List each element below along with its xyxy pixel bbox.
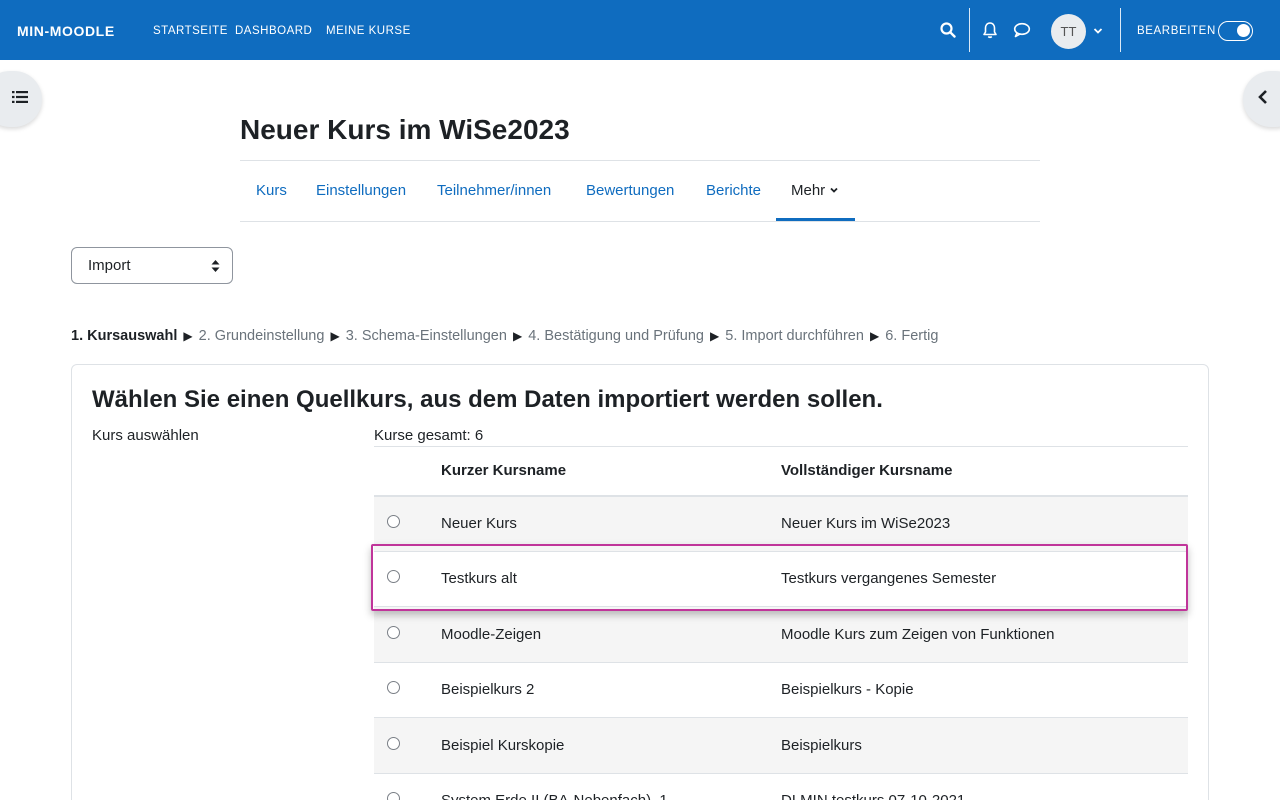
table-row[interactable]: Testkurs alt Testkurs vergangenes Semest… — [374, 551, 1188, 607]
card-title: Wählen Sie einen Quellkurs, aus dem Date… — [92, 386, 883, 413]
progress-separator: ▶ — [183, 329, 193, 343]
nav-link-startseite[interactable]: STARTSEITE — [153, 25, 228, 37]
row-full-name: Beispielkurs - Kopie — [770, 662, 1188, 718]
header-select — [374, 446, 430, 497]
edit-mode-toggle[interactable] — [1218, 21, 1253, 41]
table-row[interactable]: Beispiel Kurskopie Beispielkurs — [374, 717, 1188, 774]
header-short-name: Kurzer Kursname — [430, 446, 770, 497]
secondary-navigation: Kurs Einstellungen Teilnehmer/innen Bewe… — [240, 160, 1040, 222]
search-icon[interactable] — [938, 20, 958, 40]
table-row[interactable]: Beispielkurs 2 Beispielkurs - Kopie — [374, 662, 1188, 718]
message-icon[interactable] — [1012, 20, 1032, 40]
edit-mode-label: BEARBEITEN — [1137, 25, 1216, 37]
tab-kurs[interactable]: Kurs — [256, 182, 287, 199]
row-short-name: Neuer Kurs — [430, 495, 770, 552]
action-select-value: Import — [88, 257, 131, 274]
block-drawer-button[interactable] — [1243, 71, 1280, 127]
row-short-name: Moodle-Zeigen — [430, 606, 770, 663]
tab-berichte[interactable]: Berichte — [706, 182, 761, 199]
row-select-cell — [374, 773, 430, 800]
radio-button[interactable] — [387, 515, 400, 528]
progress-step-4: 4. Bestätigung und Prüfung — [528, 328, 704, 344]
progress-separator: ▶ — [710, 329, 720, 343]
progress-separator: ▶ — [330, 329, 340, 343]
nav-link-dashboard[interactable]: DASHBOARD — [235, 25, 312, 37]
navbar-divider — [1120, 8, 1121, 52]
table-row[interactable]: Moodle-Zeigen Moodle Kurs zum Zeigen von… — [374, 606, 1188, 663]
page-title: Neuer Kurs im WiSe2023 — [240, 114, 570, 145]
header-full-name: Vollständiger Kursname — [770, 446, 1188, 497]
row-select-cell — [374, 495, 430, 552]
course-index-drawer-button[interactable] — [0, 71, 42, 127]
user-avatar[interactable]: TT — [1051, 14, 1086, 49]
row-full-name: Beispielkurs — [770, 717, 1188, 774]
radio-button[interactable] — [387, 625, 400, 639]
select-arrows-icon — [211, 259, 220, 273]
navbar-divider — [969, 8, 970, 52]
progress-separator: ▶ — [869, 329, 880, 343]
row-full-name: DLMIN testkurs 07-10-2021 — [770, 773, 1188, 800]
tab-bewertungen[interactable]: Bewertungen — [586, 182, 674, 199]
action-select[interactable]: Import — [71, 247, 233, 284]
row-short-name: Beispielkurs 2 — [430, 662, 770, 718]
progress-step-5: 5. Import durchführen — [725, 328, 864, 344]
tab-einstellungen[interactable]: Einstellungen — [316, 182, 406, 199]
course-table: Kurzer Kursname Vollständiger Kursname N… — [374, 446, 1188, 800]
progress-step-1: 1. Kursauswahl — [71, 328, 178, 344]
field-label-kurs-auswaehlen: Kurs auswählen — [92, 427, 199, 444]
tab-teilnehmer[interactable]: Teilnehmer/innen — [437, 182, 551, 199]
radio-button[interactable] — [387, 570, 400, 584]
row-select-cell — [374, 662, 430, 718]
import-progress: 1. Kursauswahl ▶ 2. Grundeinstellung ▶ 3… — [71, 328, 938, 344]
row-short-name: System Erde II (BA-Nebenfach)_1 — [430, 773, 770, 800]
toggle-knob — [1237, 24, 1250, 37]
radio-button[interactable] — [387, 792, 400, 800]
row-short-name: Beispiel Kurskopie — [430, 717, 770, 774]
row-select-cell — [374, 551, 430, 607]
chevron-down-icon — [829, 182, 839, 199]
chevron-left-icon — [1257, 89, 1269, 110]
nav-link-meine-kurse[interactable]: MEINE KURSE — [326, 25, 411, 37]
row-select-cell — [374, 606, 430, 663]
progress-step-2: 2. Grundeinstellung — [198, 328, 325, 344]
course-total-count: Kurse gesamt: 6 — [374, 427, 484, 444]
site-brand[interactable]: MIN-MOODLE — [17, 23, 115, 39]
progress-step-6: 6. Fertig — [885, 328, 939, 344]
row-full-name: Moodle Kurs zum Zeigen von Funktionen — [770, 606, 1188, 663]
top-navbar: MIN-MOODLE STARTSEITE DASHBOARD MEINE KU… — [0, 0, 1280, 60]
list-icon — [12, 90, 28, 109]
table-header-row: Kurzer Kursname Vollständiger Kursname — [374, 446, 1188, 497]
row-select-cell — [374, 717, 430, 774]
row-full-name: Testkurs vergangenes Semester — [770, 551, 1188, 607]
tab-mehr-label: Mehr — [791, 182, 826, 199]
table-row[interactable]: System Erde II (BA-Nebenfach)_1 DLMIN te… — [374, 773, 1188, 800]
row-full-name: Neuer Kurs im WiSe2023 — [770, 495, 1188, 552]
bell-icon[interactable] — [980, 20, 1000, 40]
progress-separator: ▶ — [512, 329, 523, 343]
tab-mehr[interactable]: Mehr — [791, 182, 839, 199]
chevron-down-icon[interactable] — [1092, 24, 1104, 36]
active-tab-indicator — [776, 218, 855, 221]
table-row[interactable]: Neuer Kurs Neuer Kurs im WiSe2023 — [374, 495, 1188, 552]
progress-step-3: 3. Schema-Einstellungen — [345, 328, 507, 344]
row-short-name: Testkurs alt — [430, 551, 770, 607]
radio-button[interactable] — [387, 681, 400, 695]
radio-button[interactable] — [387, 736, 400, 750]
